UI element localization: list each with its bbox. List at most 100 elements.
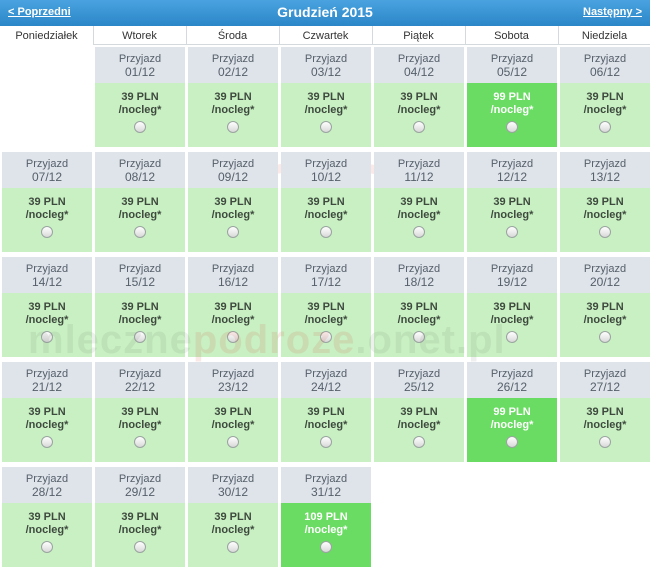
day-date-box: Przyjazd 30/12 xyxy=(188,467,278,503)
select-day-radio[interactable] xyxy=(413,226,425,238)
select-day-radio[interactable] xyxy=(599,226,611,238)
day-cell[interactable]: Przyjazd 12/12 39 PLN/nocleg* xyxy=(467,152,557,252)
select-day-radio[interactable] xyxy=(41,226,53,238)
select-day-radio[interactable] xyxy=(506,226,518,238)
select-day-radio[interactable] xyxy=(320,541,332,553)
select-day-radio[interactable] xyxy=(41,541,53,553)
select-day-radio[interactable] xyxy=(320,331,332,343)
price-suffix: /nocleg* xyxy=(118,524,162,536)
day-cell[interactable]: Przyjazd 21/12 39 PLN/nocleg* xyxy=(2,362,92,462)
price-suffix: /nocleg* xyxy=(490,209,534,221)
day-cell[interactable]: Przyjazd 29/12 39 PLN/nocleg* xyxy=(95,467,185,567)
day-date: 15/12 xyxy=(124,275,156,289)
select-day-radio[interactable] xyxy=(227,121,239,133)
select-day-radio[interactable] xyxy=(599,331,611,343)
day-date: 30/12 xyxy=(217,485,249,499)
select-day-radio[interactable] xyxy=(320,436,332,448)
price-suffix: /nocleg* xyxy=(583,104,627,116)
day-price: 39 PLN xyxy=(214,91,252,103)
day-cell[interactable]: Przyjazd 18/12 39 PLN/nocleg* xyxy=(374,257,464,357)
day-cell[interactable]: Przyjazd 26/12 99 PLN/nocleg* xyxy=(467,362,557,462)
select-day-radio[interactable] xyxy=(41,436,53,448)
day-cell[interactable]: Przyjazd 06/12 39 PLN/nocleg* xyxy=(560,47,650,147)
price-suffix: /nocleg* xyxy=(211,419,255,431)
select-day-radio[interactable] xyxy=(599,121,611,133)
day-cell[interactable]: Przyjazd 28/12 39 PLN/nocleg* xyxy=(2,467,92,567)
select-day-radio[interactable] xyxy=(134,331,146,343)
day-cell[interactable]: Przyjazd 19/12 39 PLN/nocleg* xyxy=(467,257,557,357)
price-suffix: /nocleg* xyxy=(304,104,348,116)
price-suffix: /nocleg* xyxy=(304,209,348,221)
day-cell[interactable]: Przyjazd 08/12 39 PLN/nocleg* xyxy=(95,152,185,252)
month-title: Grudzień 2015 xyxy=(277,4,373,20)
select-day-radio[interactable] xyxy=(506,121,518,133)
day-date-box: Przyjazd 11/12 xyxy=(374,152,464,188)
day-date-box: Przyjazd 21/12 xyxy=(2,362,92,398)
day-cell[interactable]: Przyjazd 27/12 39 PLN/nocleg* xyxy=(560,362,650,462)
day-cell[interactable]: Przyjazd 23/12 39 PLN/nocleg* xyxy=(188,362,278,462)
day-price-box: 39 PLN/nocleg* xyxy=(281,398,371,462)
price-suffix: /nocleg* xyxy=(583,419,627,431)
select-day-radio[interactable] xyxy=(506,436,518,448)
day-cell[interactable]: Przyjazd 16/12 39 PLN/nocleg* xyxy=(188,257,278,357)
day-date: 17/12 xyxy=(310,275,342,289)
day-date-box: Przyjazd 20/12 xyxy=(560,257,650,293)
select-day-radio[interactable] xyxy=(134,541,146,553)
select-day-radio[interactable] xyxy=(41,331,53,343)
day-cell[interactable]: Przyjazd 15/12 39 PLN/nocleg* xyxy=(95,257,185,357)
day-date: 19/12 xyxy=(496,275,528,289)
day-cell[interactable]: Przyjazd 30/12 39 PLN/nocleg* xyxy=(188,467,278,567)
select-day-radio[interactable] xyxy=(506,331,518,343)
day-cell[interactable]: Przyjazd 31/12 109 PLN/nocleg* xyxy=(281,467,371,567)
select-day-radio[interactable] xyxy=(320,226,332,238)
day-cell[interactable]: Przyjazd 25/12 39 PLN/nocleg* xyxy=(374,362,464,462)
day-cell[interactable]: Przyjazd 02/12 39 PLN/nocleg* xyxy=(188,47,278,147)
day-price: 39 PLN xyxy=(121,196,159,208)
day-cell[interactable]: Przyjazd 03/12 39 PLN/nocleg* xyxy=(281,47,371,147)
day-date-box: Przyjazd 04/12 xyxy=(374,47,464,83)
day-date-box: Przyjazd 14/12 xyxy=(2,257,92,293)
day-cell[interactable]: Przyjazd 09/12 39 PLN/nocleg* xyxy=(188,152,278,252)
price-suffix: /nocleg* xyxy=(25,524,69,536)
day-cell[interactable]: Przyjazd 24/12 39 PLN/nocleg* xyxy=(281,362,371,462)
day-price: 39 PLN xyxy=(28,406,66,418)
day-cell[interactable]: Przyjazd 04/12 39 PLN/nocleg* xyxy=(374,47,464,147)
day-cell[interactable]: Przyjazd 13/12 39 PLN/nocleg* xyxy=(560,152,650,252)
next-month-link[interactable]: Następny > xyxy=(583,6,642,18)
day-price: 39 PLN xyxy=(307,91,345,103)
day-date: 02/12 xyxy=(217,65,249,79)
select-day-radio[interactable] xyxy=(227,436,239,448)
day-price-box: 39 PLN/nocleg* xyxy=(95,398,185,462)
day-date: 21/12 xyxy=(31,380,63,394)
day-cell[interactable]: Przyjazd 01/12 39 PLN/nocleg* xyxy=(95,47,185,147)
select-day-radio[interactable] xyxy=(413,436,425,448)
select-day-radio[interactable] xyxy=(134,436,146,448)
select-day-radio[interactable] xyxy=(413,121,425,133)
day-price-box: 39 PLN/nocleg* xyxy=(188,503,278,567)
day-cell[interactable]: Przyjazd 22/12 39 PLN/nocleg* xyxy=(95,362,185,462)
day-date-box: Przyjazd 09/12 xyxy=(188,152,278,188)
select-day-radio[interactable] xyxy=(227,226,239,238)
select-day-radio[interactable] xyxy=(134,121,146,133)
day-cell[interactable]: Przyjazd 05/12 99 PLN/nocleg* xyxy=(467,47,557,147)
select-day-radio[interactable] xyxy=(413,331,425,343)
day-date-box: Przyjazd 06/12 xyxy=(560,47,650,83)
day-cell[interactable]: Przyjazd 07/12 39 PLN/nocleg* xyxy=(2,152,92,252)
day-cell[interactable]: Przyjazd 20/12 39 PLN/nocleg* xyxy=(560,257,650,357)
day-cell[interactable]: Przyjazd 14/12 39 PLN/nocleg* xyxy=(2,257,92,357)
day-date: 31/12 xyxy=(310,485,342,499)
day-cell[interactable]: Przyjazd 17/12 39 PLN/nocleg* xyxy=(281,257,371,357)
day-cell[interactable]: Przyjazd 10/12 39 PLN/nocleg* xyxy=(281,152,371,252)
select-day-radio[interactable] xyxy=(599,436,611,448)
weekday-label: Czwartek xyxy=(302,30,349,42)
day-date: 08/12 xyxy=(124,170,156,184)
select-day-radio[interactable] xyxy=(134,226,146,238)
day-cell[interactable]: Przyjazd 11/12 39 PLN/nocleg* xyxy=(374,152,464,252)
select-day-radio[interactable] xyxy=(227,331,239,343)
day-date-box: Przyjazd 16/12 xyxy=(188,257,278,293)
day-price-box: 39 PLN/nocleg* xyxy=(2,188,92,252)
day-date: 18/12 xyxy=(403,275,435,289)
select-day-radio[interactable] xyxy=(320,121,332,133)
day-date: 03/12 xyxy=(310,65,342,79)
select-day-radio[interactable] xyxy=(227,541,239,553)
